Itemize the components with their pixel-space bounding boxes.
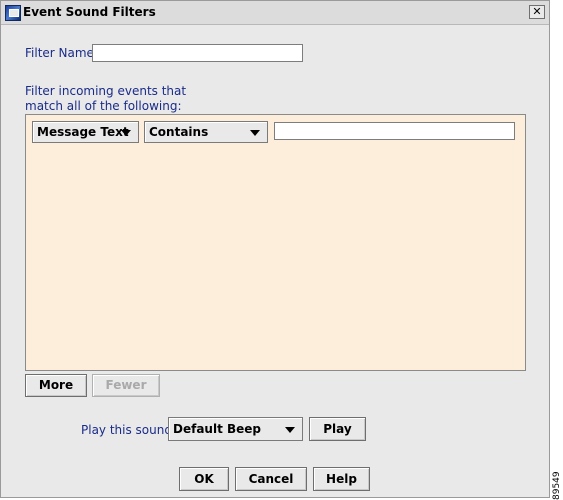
criteria-operator-value: Contains [149, 125, 209, 139]
chevron-down-icon [285, 427, 295, 433]
sound-select[interactable]: Default Beep [168, 417, 303, 441]
more-button[interactable]: More [25, 374, 87, 397]
instruction-line-1: Filter incoming events that [25, 84, 187, 98]
fewer-button[interactable]: Fewer [92, 374, 160, 397]
filter-name-input[interactable] [92, 44, 303, 62]
play-sound-label: Play this sound: [81, 423, 177, 437]
app-icon [5, 5, 21, 21]
play-button[interactable]: Play [309, 417, 366, 441]
criteria-field-value: Message Text [37, 125, 129, 139]
chevron-down-icon [250, 130, 260, 136]
window-title: Event Sound Filters [23, 5, 156, 19]
ok-button[interactable]: OK [179, 467, 229, 491]
criteria-value-input[interactable] [274, 122, 515, 140]
filter-criteria-panel: Message Text Contains [25, 114, 526, 371]
title-bar: Event Sound Filters ✕ [1, 1, 549, 25]
chevron-down-icon [121, 130, 131, 136]
event-sound-filters-dialog: Event Sound Filters ✕ Filter Name: Filte… [0, 0, 550, 498]
figure-id-label: 89549 [552, 471, 562, 500]
instruction-line-2: match all of the following: [25, 99, 182, 113]
sound-select-value: Default Beep [173, 422, 262, 436]
close-icon[interactable]: ✕ [529, 5, 545, 19]
criteria-field-select[interactable]: Message Text [32, 121, 139, 143]
filter-name-label: Filter Name: [25, 46, 98, 60]
help-button[interactable]: Help [313, 467, 370, 491]
criteria-operator-select[interactable]: Contains [144, 121, 268, 143]
cancel-button[interactable]: Cancel [235, 467, 307, 491]
